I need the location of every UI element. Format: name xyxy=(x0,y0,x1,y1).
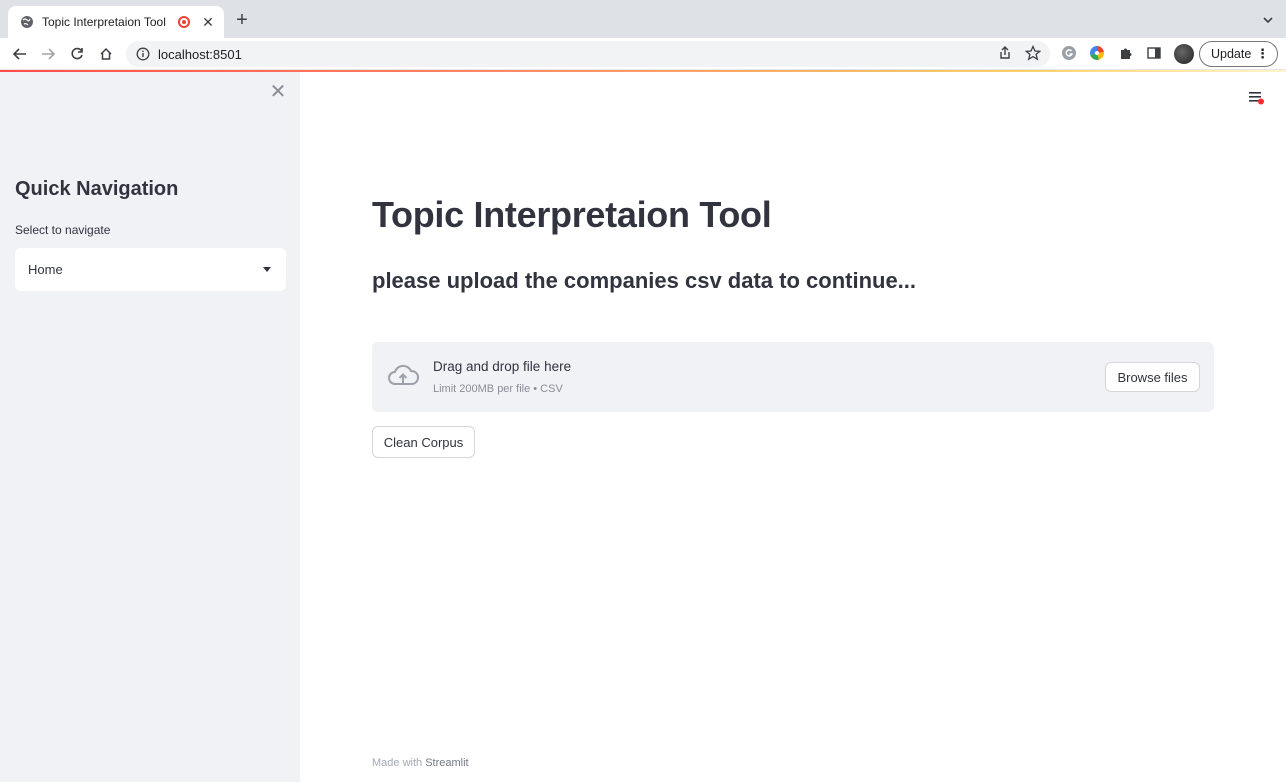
reload-icon[interactable] xyxy=(68,45,86,63)
browse-files-button[interactable]: Browse files xyxy=(1105,362,1200,392)
star-icon[interactable] xyxy=(1024,44,1042,61)
browser-tab[interactable]: Topic Interpretaion Tool ✕ xyxy=(8,6,224,38)
footer: Made with Streamlit xyxy=(372,757,469,769)
update-label: Update xyxy=(1211,47,1252,61)
globe-icon xyxy=(20,15,34,29)
update-button[interactable]: Update ⋮ xyxy=(1199,41,1278,67)
back-icon[interactable] xyxy=(11,45,29,63)
tab-close-icon[interactable]: ✕ xyxy=(200,14,216,31)
sidebar-heading: Quick Navigation xyxy=(15,178,179,200)
address-bar[interactable]: localhost:8501 xyxy=(126,41,1050,67)
record-icon xyxy=(178,16,190,28)
hamburger-menu-icon[interactable] xyxy=(1247,90,1265,106)
navigation-select[interactable]: Home xyxy=(15,248,286,291)
grammar-extension-icon[interactable] xyxy=(1061,45,1077,61)
sidebar: ✕ Quick Navigation Select to navigate Ho… xyxy=(0,72,300,782)
more-icon[interactable]: ⋮ xyxy=(1256,47,1269,61)
page-title: Topic Interpretaion Tool xyxy=(372,194,772,235)
sidebar-close-icon[interactable]: ✕ xyxy=(268,82,288,102)
streamlit-link[interactable]: Streamlit xyxy=(425,757,468,769)
caret-down-icon xyxy=(263,267,271,272)
file-uploader-dropzone[interactable]: Drag and drop file here Limit 200MB per … xyxy=(372,342,1214,412)
clean-corpus-button[interactable]: Clean Corpus xyxy=(372,426,475,458)
info-icon[interactable] xyxy=(136,47,150,61)
footer-prefix: Made with xyxy=(372,757,423,769)
url-text: localhost:8501 xyxy=(158,46,242,62)
profile-avatar[interactable] xyxy=(1174,44,1194,64)
drag-drop-text: Drag and drop file here xyxy=(433,359,572,374)
cloud-upload-icon xyxy=(386,362,420,392)
forward-icon[interactable] xyxy=(39,45,57,63)
home-icon[interactable] xyxy=(97,45,115,63)
share-icon[interactable] xyxy=(997,45,1013,61)
page-subtitle: please upload the companies csv data to … xyxy=(372,268,917,293)
color-picker-extension-icon[interactable] xyxy=(1089,45,1105,61)
select-label: Select to navigate xyxy=(15,223,111,237)
upload-limit-text: Limit 200MB per file • CSV xyxy=(433,383,563,395)
browser-toolbar: localhost:8501 Update ⋮ xyxy=(0,38,1286,70)
browser-tabstrip: Topic Interpretaion Tool ✕ + xyxy=(0,0,1286,38)
tab-search-chevron-icon[interactable] xyxy=(1262,13,1274,25)
new-tab-plus-icon[interactable]: + xyxy=(232,10,252,30)
tab-title: Topic Interpretaion Tool xyxy=(42,15,166,29)
extensions-icon[interactable] xyxy=(1118,45,1134,61)
side-panel-icon[interactable] xyxy=(1146,45,1162,61)
navigation-select-value: Home xyxy=(28,262,63,277)
